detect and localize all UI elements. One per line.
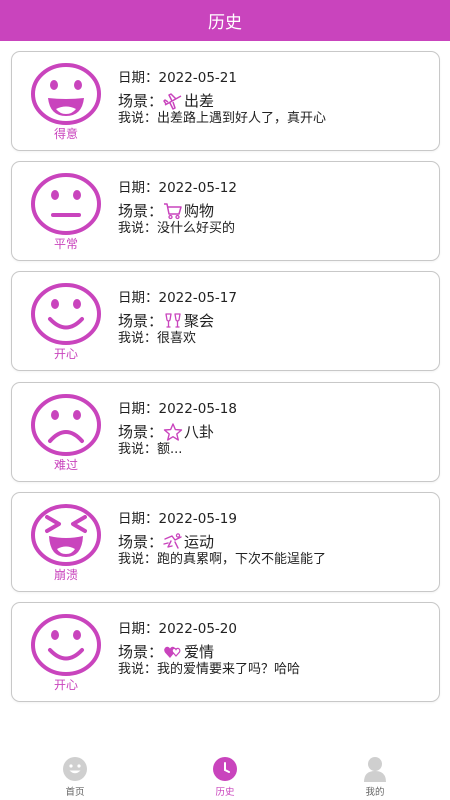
record-info: 日期：2022-05-18 场景： 八卦 我说：额... [118,401,433,459]
record-date: 日期：2022-05-19 [118,511,237,527]
mood-label: 崩溃 [53,568,78,582]
history-card[interactable]: 开心 日期：2022-05-17 场景： 聚会 我说：很喜欢 [11,271,440,371]
history-card[interactable]: 崩溃 日期：2022-05-19 场景： 运动 我说：跑的真累啊，下次不能逞能了 [11,492,440,592]
history-card[interactable]: 开心 日期：2022-05-20 场景： 爱情 我说：我的爱情要来了吗？哈哈 [11,602,440,702]
record-say: 我说：很喜欢 [118,331,197,346]
record-scene: 场景： 购物 [118,201,215,220]
sad-face-icon [31,394,101,456]
mood-badge: 开心 [29,613,103,697]
page-title: 历史 [208,13,242,33]
record-date: 日期：2022-05-12 [118,180,237,196]
record-info: 日期：2022-05-20 场景： 爱情 我说：我的爱情要来了吗？哈哈 [118,621,433,679]
tab-home[interactable]: 首页 [45,756,105,798]
mood-label: 平常 [53,237,78,251]
tab-history[interactable]: 历史 [195,756,255,798]
record-say: 我说：我的爱情要来了吗？哈哈 [118,662,301,677]
mood-badge: 开心 [29,282,103,366]
record-scene: 场景： 爱情 [118,642,215,661]
cheers-glasses-icon [165,313,181,328]
mood-label: 开心 [53,347,78,361]
mood-badge: 崩溃 [29,503,103,587]
record-say: 我说：跑的真累啊，下次不能逞能了 [118,552,327,567]
record-info: 日期：2022-05-17 场景： 聚会 我说：很喜欢 [118,290,433,348]
tab-history-label: 历史 [215,787,235,798]
clock-icon [213,757,237,781]
record-date: 日期：2022-05-17 [118,290,237,306]
tab-mine[interactable]: 我的 [345,756,405,798]
smile-face-icon [31,283,101,345]
shopping-cart-icon [164,203,182,220]
user-icon [364,757,386,782]
record-info: 日期：2022-05-21 场景： 出差 我说：出差路上遇到好人了，真开心 [118,70,433,128]
mood-badge: 平常 [29,172,103,256]
mood-badge: 得意 [29,62,103,146]
record-date: 日期：2022-05-20 [118,621,237,637]
record-info: 日期：2022-05-19 场景： 运动 我说：跑的真累啊，下次不能逞能了 [118,511,433,569]
record-scene: 场景： 聚会 [118,311,215,330]
record-info: 日期：2022-05-12 场景： 购物 我说：没什么好买的 [118,180,433,238]
grin-face-icon [31,63,101,125]
hearts-icon [164,646,181,658]
history-card[interactable]: 难过 日期：2022-05-18 场景： 八卦 我说：额... [11,382,440,482]
tab-home-label: 首页 [65,787,85,798]
record-say: 我说：额... [118,442,183,457]
sport-icon [163,533,182,549]
record-say: 我说：没什么好买的 [118,221,236,236]
mood-label: 得意 [53,127,78,141]
record-scene: 场景： 出差 [118,91,215,110]
smile-face-icon [31,614,101,676]
record-scene: 场景： 运动 [118,532,215,551]
history-card[interactable]: 得意 日期：2022-05-21 场景： 出差 我说：出差路上遇到好人了，真开心 [11,51,440,151]
mood-badge: 难过 [29,393,103,477]
bottom-tab-bar: 首页 历史 我的 [0,750,450,800]
history-card[interactable]: 平常 日期：2022-05-12 场景： 购物 我说：没什么好买的 [11,161,440,261]
record-scene: 场景： 八卦 [118,422,215,441]
home-face-icon [63,757,87,781]
mood-label: 开心 [53,678,78,692]
star-icon [163,423,183,441]
neutral-face-icon [31,173,101,235]
tab-mine-label: 我的 [365,787,385,798]
page-title-bar: 历史 [0,0,450,41]
record-date: 日期：2022-05-21 [118,70,237,86]
record-say: 我说：出差路上遇到好人了，真开心 [118,111,327,126]
airplane-icon [163,93,182,110]
record-date: 日期：2022-05-18 [118,401,237,417]
mood-label: 难过 [53,458,78,472]
squint-laugh-face-icon [31,504,101,566]
